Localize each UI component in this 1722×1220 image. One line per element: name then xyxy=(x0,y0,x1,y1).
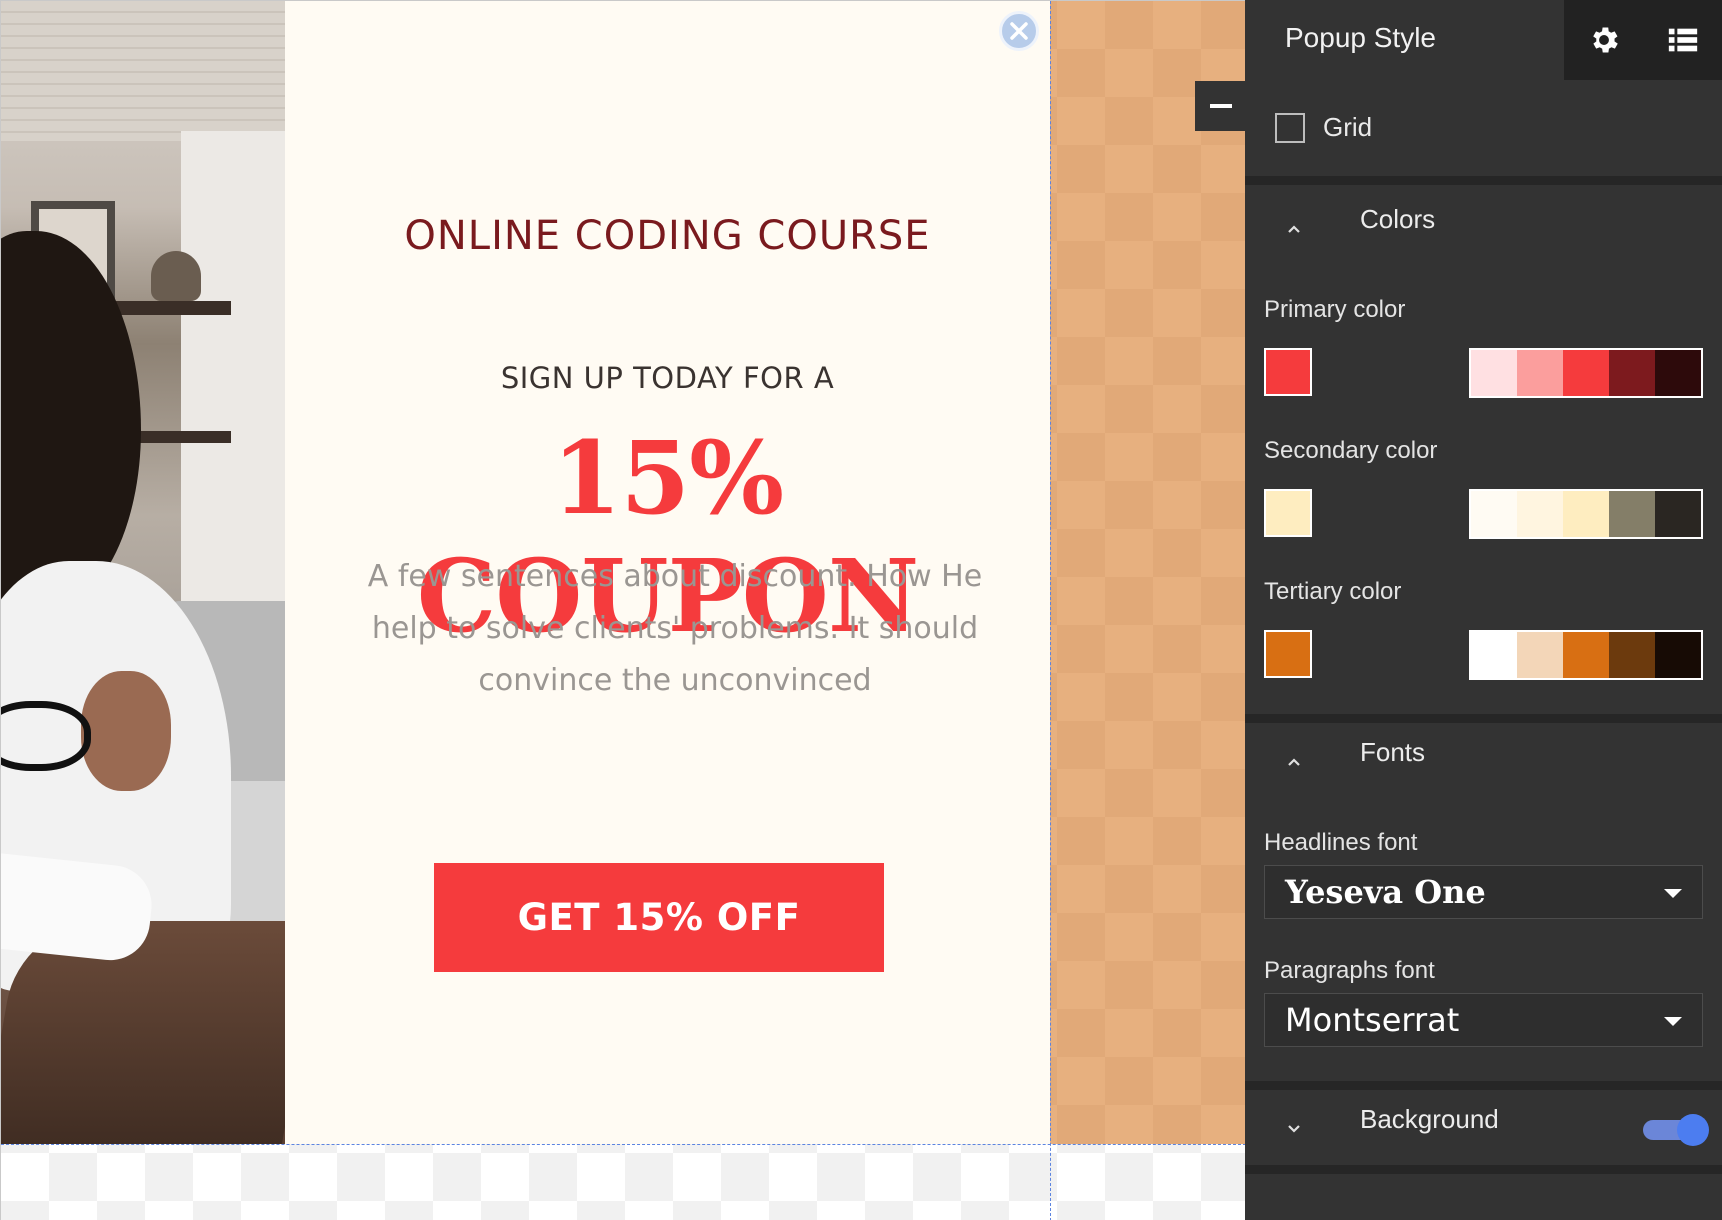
palette-swatch[interactable] xyxy=(1563,632,1609,678)
vertical-guide-line xyxy=(1050,1,1051,1220)
popup-content-panel: ONLINE CODING COURSE SIGN UP TODAY FOR A… xyxy=(285,1,1050,1144)
popup-headline: ONLINE CODING COURSE xyxy=(404,213,931,259)
sidebar-header: Popup Style xyxy=(1245,0,1722,80)
section-divider xyxy=(1245,1081,1722,1090)
palette-swatch[interactable] xyxy=(1609,350,1655,396)
tab-settings[interactable] xyxy=(1564,0,1643,80)
grid-toggle-row[interactable]: Grid xyxy=(1275,112,1372,143)
close-icon xyxy=(1010,22,1028,40)
secondary-color-palette[interactable] xyxy=(1469,489,1703,539)
tertiary-color-palette[interactable] xyxy=(1469,630,1703,680)
sidebar-title: Popup Style xyxy=(1285,22,1436,53)
palette-swatch[interactable] xyxy=(1471,350,1517,396)
fonts-section-label: Fonts xyxy=(1360,737,1426,767)
collapse-panel-button[interactable] xyxy=(1195,81,1246,131)
section-divider xyxy=(1245,176,1722,185)
popup-description: A few sentences about discount. How He h… xyxy=(367,559,983,698)
colors-section-label: Colors xyxy=(1360,204,1436,234)
minus-icon xyxy=(1209,104,1232,108)
section-divider xyxy=(1245,714,1722,723)
primary-color-swatch[interactable] xyxy=(1264,348,1312,396)
palette-swatch[interactable] xyxy=(1609,491,1655,537)
section-divider xyxy=(1245,1165,1722,1174)
palette-swatch[interactable] xyxy=(1655,491,1701,537)
popup-image xyxy=(1,1,285,1144)
dropdown-caret-icon xyxy=(1664,1017,1682,1026)
paragraphs-font-value: Montserrat xyxy=(1285,1001,1460,1039)
popup-subheadline: SIGN UP TODAY FOR A xyxy=(500,361,835,395)
background-toggle[interactable] xyxy=(1643,1114,1709,1146)
headlines-font-label: Headlines font xyxy=(1264,829,1418,856)
background-section-label: Background xyxy=(1360,1104,1499,1134)
tertiary-color-label: Tertiary color xyxy=(1264,578,1402,605)
background-section-header[interactable]: Background xyxy=(1285,1104,1499,1138)
editor-canvas[interactable]: ONLINE CODING COURSE SIGN UP TODAY FOR A… xyxy=(0,0,1246,1220)
secondary-color-swatch[interactable] xyxy=(1264,489,1312,537)
style-sidebar: Popup Style Grid Colors Primary color Se… xyxy=(1245,0,1722,1220)
chevron-up-icon xyxy=(1288,758,1300,766)
sidebar-tabs xyxy=(1564,0,1722,80)
palette-swatch[interactable] xyxy=(1517,350,1563,396)
grid-checkbox[interactable] xyxy=(1275,112,1305,143)
palette-swatch[interactable] xyxy=(1609,632,1655,678)
palette-swatch[interactable] xyxy=(1517,632,1563,678)
list-icon xyxy=(1668,28,1697,52)
colors-section-header[interactable]: Colors xyxy=(1285,204,1435,238)
primary-color-label: Primary color xyxy=(1264,296,1406,323)
tab-layers[interactable] xyxy=(1643,0,1722,80)
palette-swatch[interactable] xyxy=(1517,491,1563,537)
chevron-down-icon xyxy=(1288,1125,1300,1133)
palette-swatch[interactable] xyxy=(1655,632,1701,678)
chevron-up-icon xyxy=(1288,225,1300,233)
close-popup-button[interactable] xyxy=(999,11,1039,51)
palette-swatch[interactable] xyxy=(1471,632,1517,678)
secondary-color-label: Secondary color xyxy=(1264,437,1438,464)
tertiary-color-swatch[interactable] xyxy=(1264,630,1312,678)
primary-color-palette[interactable] xyxy=(1469,348,1703,398)
gear-icon xyxy=(1592,27,1618,53)
toggle-knob xyxy=(1677,1114,1709,1146)
dropdown-caret-icon xyxy=(1664,889,1682,898)
headlines-font-value: Yeseva One xyxy=(1285,873,1486,911)
paragraphs-font-select[interactable]: Montserrat xyxy=(1264,993,1703,1047)
palette-swatch[interactable] xyxy=(1563,350,1609,396)
horizontal-guide-line xyxy=(1,1144,1246,1145)
get-discount-button[interactable]: GET 15% OFF xyxy=(434,863,884,972)
fonts-section-header[interactable]: Fonts xyxy=(1285,737,1425,771)
paragraphs-font-label: Paragraphs font xyxy=(1264,957,1435,984)
headlines-font-select[interactable]: Yeseva One xyxy=(1264,865,1703,919)
palette-swatch[interactable] xyxy=(1655,350,1701,396)
grid-label: Grid xyxy=(1323,112,1373,142)
palette-swatch[interactable] xyxy=(1471,491,1517,537)
palette-swatch[interactable] xyxy=(1563,491,1609,537)
